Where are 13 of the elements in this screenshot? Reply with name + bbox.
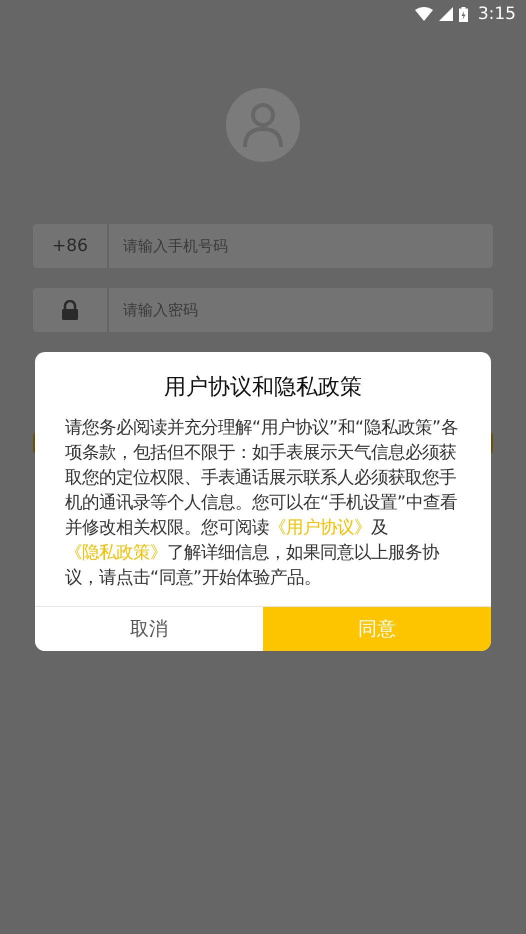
lock-icon <box>61 300 79 320</box>
battery-icon <box>458 6 468 22</box>
status-time: 3:15 <box>478 4 516 24</box>
country-code[interactable]: +86 <box>33 224 107 268</box>
dialog-message: 请您务必阅读并充分理解“用户协议”和“隐私政策”各项条款，包括但不限于：如手表展示天气信息必须获取您的定位权限、手表通话展示联系人必须获取您手机的通讯录等个人信息。您可以在“手机设置”中查看并修改相关权限。您可阅读《用户协议》及 《隐私政策》了解详细信息，如果同意以上服务协议，请点击“同意”开始体验产品。 <box>64 417 460 590</box>
agree-button[interactable]: 同意 <box>263 607 491 651</box>
policy-link[interactable]: 《用户协议》 <box>269 518 371 538</box>
policy-link[interactable]: 《隐私政策》 <box>65 543 167 563</box>
dialog-title: 用户协议和隐私政策 <box>163 374 363 402</box>
wifi-icon <box>414 7 433 21</box>
phone-input[interactable]: 请输入手机号码 <box>109 224 493 268</box>
password-input[interactable]: 请输入密码 <box>109 288 493 332</box>
signal-icon <box>438 7 453 21</box>
